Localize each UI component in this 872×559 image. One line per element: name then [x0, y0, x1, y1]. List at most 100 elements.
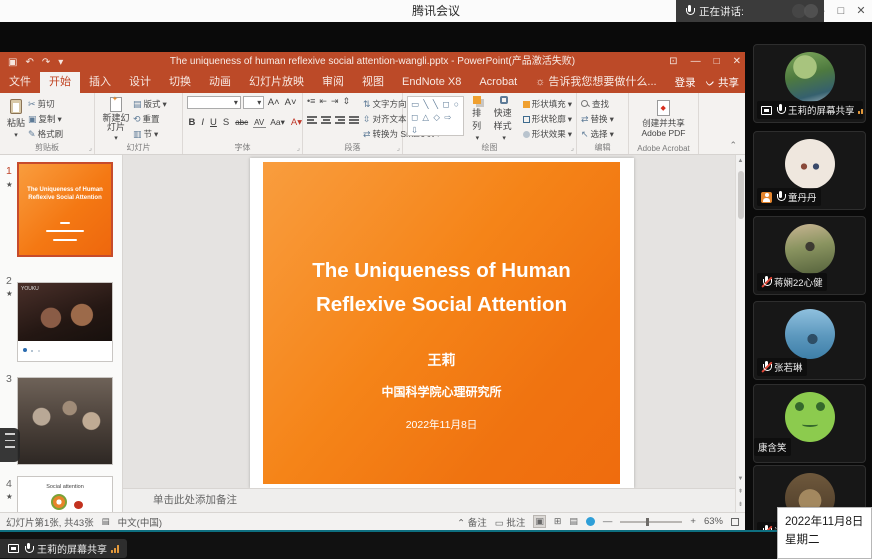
paste-button[interactable]: 粘贴▾ [4, 96, 28, 142]
numbering-icon[interactable]: ⇤ [319, 96, 327, 107]
slide-author[interactable]: 王莉 [263, 350, 620, 370]
strikethrough-button[interactable]: abc [234, 118, 250, 127]
font-size-combo[interactable]: ▾ [243, 96, 264, 109]
replace-button[interactable]: ⇄替换 ▾ [581, 113, 624, 125]
ppt-maximize-button[interactable]: □ [714, 52, 720, 72]
justify-icon[interactable] [349, 116, 359, 124]
vertical-scrollbar[interactable]: ▲ ▼ ⇞ ⇟ [735, 155, 745, 512]
line-spacing-icon[interactable]: ⇕ [343, 96, 351, 107]
bold-button[interactable]: B [187, 117, 197, 128]
notes-pane[interactable]: 单击此处添加备注 [123, 488, 735, 512]
copy-button[interactable]: ▣复制 ▾ [28, 113, 63, 125]
next-slide-icon[interactable]: ⇟ [736, 501, 745, 508]
tab-animations[interactable]: 动画 [200, 72, 240, 93]
ppt-minimize-button[interactable]: — [691, 52, 701, 72]
scrollbar-thumb[interactable] [738, 171, 744, 219]
reading-view-icon[interactable]: ▤ [569, 516, 578, 527]
previous-slide-icon[interactable]: ⇞ [736, 488, 745, 495]
language-indicator[interactable]: 中文(中国) [118, 515, 162, 529]
ribbon-options-icon[interactable]: ⊡ [669, 52, 677, 72]
maximize-button[interactable]: □ [832, 0, 850, 22]
slide-thumbnail-1[interactable]: The Uniqueness of HumanReflexive Social … [17, 162, 113, 257]
shape-outline-button[interactable]: 形状轮廓 ▾ [523, 113, 572, 125]
paragraph-dialog-launcher[interactable]: ⌟ [397, 144, 400, 152]
layout-button[interactable]: ▤版式 ▾ [133, 98, 167, 110]
find-button[interactable]: 查找 [581, 98, 624, 110]
participant-tile[interactable]: 张若琳 [753, 301, 866, 380]
shadow-button[interactable]: S [221, 117, 230, 128]
select-button[interactable]: ↖选择 ▾ [581, 128, 624, 140]
slide-1[interactable]: The Uniqueness of Human Reflexive Social… [250, 158, 634, 488]
align-right-icon[interactable] [335, 116, 345, 124]
clipboard-dialog-launcher[interactable]: ⌟ [89, 144, 92, 152]
participant-tile[interactable]: 童丹丹 [753, 131, 866, 210]
participant-tile[interactable]: 康含笑 [753, 384, 866, 463]
save-icon[interactable]: ▣ [8, 57, 17, 68]
grow-font-button[interactable]: A˄ [266, 97, 281, 108]
scroll-up-icon[interactable]: ▲ [736, 155, 745, 164]
tab-transitions[interactable]: 切换 [160, 72, 200, 93]
zoom-in-icon[interactable]: + [690, 516, 696, 527]
tab-acrobat[interactable]: Acrobat [470, 72, 526, 93]
tab-slideshow[interactable]: 幻灯片放映 [240, 72, 313, 93]
reset-button[interactable]: ⟲重置 [133, 113, 167, 125]
redo-icon[interactable]: ↷ [42, 57, 50, 68]
ppt-close-button[interactable]: ✕ [733, 52, 741, 72]
slide-thumbnail-4[interactable]: Social attention [17, 476, 113, 512]
slide-thumbnail-2[interactable]: YOUKU [17, 282, 113, 362]
create-share-pdf-button[interactable]: 创建并共享 Adobe PDF [633, 96, 694, 142]
meeting-float-toolbar[interactable] [0, 428, 20, 462]
spellcheck-icon[interactable]: ▤ [102, 516, 110, 527]
slide-date[interactable]: 2022年11月8日 [263, 417, 620, 432]
participant-tile[interactable]: 蒋娴22心健 [753, 216, 866, 295]
tab-file[interactable]: 文件 [0, 72, 40, 93]
normal-view-icon[interactable]: ▣ [533, 515, 546, 528]
shape-effects-button[interactable]: 形状效果 ▾ [523, 128, 572, 140]
italic-button[interactable]: I [200, 117, 206, 128]
slide-affiliation[interactable]: 中国科学院心理研究所 [263, 383, 620, 400]
indent-icon[interactable]: ⇥ [331, 96, 339, 107]
char-spacing-button[interactable]: AV [253, 118, 266, 128]
shrink-font-button[interactable]: A˅ [283, 97, 298, 108]
tab-review[interactable]: 审阅 [313, 72, 353, 93]
quick-styles-button[interactable]: 快速样式▾ [491, 96, 518, 142]
slide-title[interactable]: The Uniqueness of Human Reflexive Social… [263, 162, 620, 322]
comments-toggle[interactable]: ▭ 批注 [495, 515, 526, 529]
scroll-down-icon[interactable]: ▼ [736, 476, 745, 482]
underline-button[interactable]: U [209, 117, 219, 128]
shape-fill-button[interactable]: 形状填充 ▾ [523, 98, 572, 110]
login-button[interactable]: 登录 [675, 75, 696, 90]
align-left-icon[interactable] [307, 116, 317, 124]
font-color-button[interactable]: A▾ [289, 117, 303, 128]
cut-button[interactable]: ✂剪切 [28, 98, 63, 110]
qat-dropdown-icon[interactable]: ▾ [58, 57, 63, 68]
close-button[interactable]: ✕ [852, 0, 870, 22]
font-name-combo[interactable]: ▾ [187, 96, 241, 109]
sharing-banner[interactable]: 王莉的屏幕共享 [0, 539, 127, 558]
tab-design[interactable]: 设计 [120, 72, 160, 93]
notes-toggle[interactable]: ⌃ 备注 [457, 515, 487, 529]
bullets-icon[interactable]: •≡ [307, 96, 315, 107]
section-button[interactable]: ▥节 ▾ [133, 128, 167, 140]
slide-sorter-icon[interactable]: ⊞ [554, 516, 562, 527]
zoom-slider[interactable] [620, 521, 682, 523]
slide-thumbnail-3[interactable] [17, 377, 113, 465]
tab-view[interactable]: 视图 [353, 72, 393, 93]
fit-to-window-icon[interactable] [731, 518, 739, 526]
font-dialog-launcher[interactable]: ⌟ [297, 144, 300, 152]
share-button[interactable]: ᨆ 共享 [706, 75, 739, 90]
undo-icon[interactable]: ↶ [25, 57, 33, 68]
drawing-dialog-launcher[interactable]: ⌟ [571, 144, 574, 152]
align-center-icon[interactable] [321, 116, 331, 124]
tab-insert[interactable]: 插入 [80, 72, 120, 93]
tab-home[interactable]: 开始 [40, 72, 80, 93]
slideshow-icon[interactable] [586, 517, 595, 526]
change-case-button[interactable]: Aa▾ [269, 117, 287, 128]
new-slide-button[interactable]: 新建幻灯片▾ [99, 96, 133, 142]
zoom-level[interactable]: 63% [704, 516, 723, 527]
arrange-button[interactable]: 排列▾ [469, 96, 486, 142]
tab-tellme[interactable]: ☼ 告诉我您想要做什么... [526, 72, 665, 93]
participant-tile[interactable]: 王莉的屏幕共享 [753, 44, 866, 123]
tab-endnote[interactable]: EndNote X8 [393, 72, 470, 93]
format-painter-button[interactable]: ✎格式刷 [28, 128, 63, 140]
